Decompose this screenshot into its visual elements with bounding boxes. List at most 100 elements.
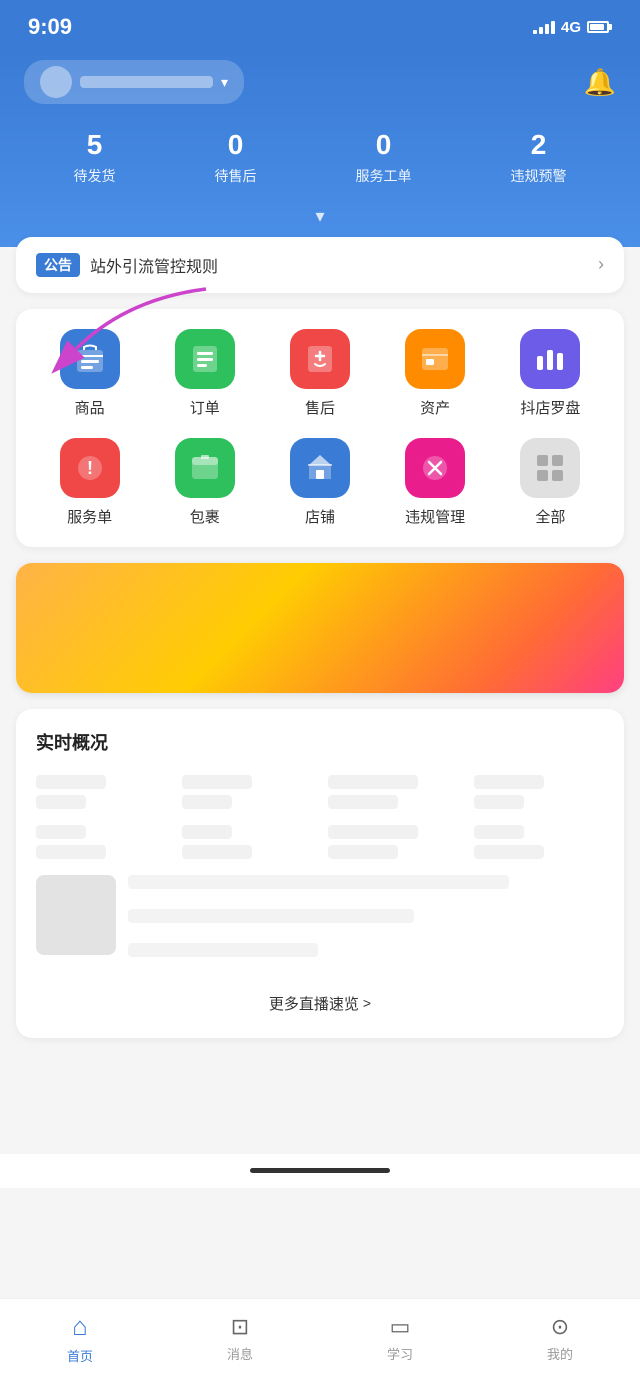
header-top: ▾ 🔔 bbox=[24, 60, 616, 104]
menu-label-aftersale: 售后 bbox=[305, 397, 335, 418]
stat-label-3: 违规预警 bbox=[511, 166, 567, 186]
stats-row: 5 待发货 0 待售后 0 服务工单 2 违规预警 bbox=[24, 128, 616, 186]
menu-label-assets: 资产 bbox=[420, 397, 450, 418]
menu-label-products: 商品 bbox=[75, 397, 105, 418]
home-indicator bbox=[0, 1154, 640, 1188]
orders-icon bbox=[175, 329, 235, 389]
nav-home[interactable]: ⌂ 首页 bbox=[67, 1311, 93, 1365]
nav-learn[interactable]: ▭ 学习 bbox=[387, 1314, 413, 1363]
nav-message[interactable]: ⊡ 消息 bbox=[227, 1314, 253, 1363]
assets-icon bbox=[405, 329, 465, 389]
battery-icon bbox=[587, 21, 612, 33]
svg-text:!: ! bbox=[87, 458, 93, 478]
store-avatar bbox=[40, 66, 72, 98]
announcement-arrow-icon: › bbox=[598, 254, 604, 275]
store-selector[interactable]: ▾ bbox=[24, 60, 244, 104]
main-content: 公告 站外引流管控规则 › bbox=[0, 237, 640, 1154]
status-bar: 9:09 4G bbox=[0, 0, 640, 50]
nav-learn-label: 学习 bbox=[387, 1344, 413, 1363]
stat-after-sale[interactable]: 0 待售后 bbox=[215, 128, 257, 186]
menu-row-1: 商品 订单 bbox=[32, 329, 608, 418]
compass-icon bbox=[520, 329, 580, 389]
all-icon bbox=[520, 438, 580, 498]
blur-data-4 bbox=[474, 775, 604, 809]
menu-label-violation: 违规管理 bbox=[405, 506, 465, 527]
menu-item-assets[interactable]: 资产 bbox=[385, 329, 485, 418]
blur-data-1 bbox=[36, 775, 166, 809]
menu-grid-wrapper: 商品 订单 bbox=[16, 309, 624, 547]
nav-mine[interactable]: ⊙ 我的 bbox=[547, 1314, 573, 1363]
signal-icon bbox=[533, 20, 555, 34]
menu-row-2: ! 服务单 包裹 bbox=[32, 438, 608, 527]
home-icon: ⌂ bbox=[72, 1311, 88, 1342]
book-icon: ▭ bbox=[390, 1314, 411, 1340]
blur-data-2 bbox=[182, 775, 312, 809]
stat-label-0: 待发货 bbox=[74, 166, 116, 186]
blur-data-6 bbox=[182, 825, 312, 859]
user-icon: ⊙ bbox=[551, 1314, 569, 1340]
nav-home-label: 首页 bbox=[67, 1346, 93, 1365]
chevron-down-icon: ▾ bbox=[221, 74, 228, 91]
menu-label-store: 店铺 bbox=[305, 506, 335, 527]
realtime-title: 实时概况 bbox=[36, 729, 604, 755]
store-icon bbox=[290, 438, 350, 498]
realtime-section: 实时概况 bbox=[16, 709, 624, 1038]
menu-label-compass: 抖店罗盘 bbox=[520, 397, 580, 418]
menu-item-violation[interactable]: 违规管理 bbox=[385, 438, 485, 527]
menu-label-service: 服务单 bbox=[67, 506, 112, 527]
status-time: 9:09 bbox=[28, 14, 72, 40]
expand-button[interactable]: ▾ bbox=[24, 206, 616, 227]
announcement-text: 站外引流管控规则 bbox=[90, 253, 218, 277]
menu-label-all: 全部 bbox=[535, 506, 565, 527]
stat-pending-ship[interactable]: 5 待发货 bbox=[74, 128, 116, 186]
stat-number-1: 0 bbox=[228, 128, 244, 162]
menu-item-compass[interactable]: 抖店罗盘 bbox=[500, 329, 600, 418]
menu-item-orders[interactable]: 订单 bbox=[155, 329, 255, 418]
realtime-data-grid-2 bbox=[36, 825, 604, 859]
store-name bbox=[80, 76, 213, 88]
promotional-banner[interactable] bbox=[16, 563, 624, 693]
stat-label-2: 服务工单 bbox=[356, 166, 412, 186]
announcement-bar[interactable]: 公告 站外引流管控规则 › bbox=[16, 237, 624, 293]
more-live-link[interactable]: 更多直播速览 > bbox=[36, 981, 604, 1018]
home-bar bbox=[250, 1168, 390, 1173]
menu-label-parcel: 包裹 bbox=[190, 506, 220, 527]
live-preview-row bbox=[36, 875, 604, 969]
menu-item-all[interactable]: 全部 bbox=[500, 438, 600, 527]
products-icon bbox=[60, 329, 120, 389]
more-live-text: 更多直播速览 bbox=[269, 993, 359, 1014]
menu-label-orders: 订单 bbox=[190, 397, 220, 418]
message-icon: ⊡ bbox=[231, 1314, 249, 1340]
menu-item-service[interactable]: ! 服务单 bbox=[40, 438, 140, 527]
menu-grid: 商品 订单 bbox=[16, 309, 624, 547]
menu-item-parcel[interactable]: 包裹 bbox=[155, 438, 255, 527]
violation-icon bbox=[405, 438, 465, 498]
more-arrow-icon: > bbox=[363, 995, 371, 1011]
stat-violation[interactable]: 2 违规预警 bbox=[511, 128, 567, 186]
announcement-tag: 公告 bbox=[36, 253, 80, 277]
stat-service-order[interactable]: 0 服务工单 bbox=[356, 128, 412, 186]
service-icon: ! bbox=[60, 438, 120, 498]
stat-number-2: 0 bbox=[376, 128, 392, 162]
status-icons: 4G bbox=[533, 19, 612, 36]
stat-number-0: 5 bbox=[87, 128, 103, 162]
stat-number-3: 2 bbox=[531, 128, 547, 162]
bottom-nav: ⌂ 首页 ⊡ 消息 ▭ 学习 ⊙ 我的 bbox=[0, 1298, 640, 1385]
blur-data-3 bbox=[328, 775, 458, 809]
menu-item-store[interactable]: 店铺 bbox=[270, 438, 370, 527]
network-label: 4G bbox=[561, 19, 581, 36]
nav-message-label: 消息 bbox=[227, 1344, 253, 1363]
expand-chevron-icon: ▾ bbox=[315, 206, 324, 227]
bell-icon[interactable]: 🔔 bbox=[584, 67, 616, 98]
header: ▾ 🔔 5 待发货 0 待售后 0 服务工单 2 违规预警 ▾ bbox=[0, 50, 640, 247]
menu-item-products[interactable]: 商品 bbox=[40, 329, 140, 418]
blur-data-7 bbox=[328, 825, 458, 859]
live-thumbnail bbox=[36, 875, 116, 955]
parcel-icon bbox=[175, 438, 235, 498]
nav-mine-label: 我的 bbox=[547, 1344, 573, 1363]
aftersale-icon bbox=[290, 329, 350, 389]
menu-item-aftersale[interactable]: 售后 bbox=[270, 329, 370, 418]
blur-data-8 bbox=[474, 825, 604, 859]
realtime-data-grid bbox=[36, 775, 604, 809]
announcement-content: 公告 站外引流管控规则 bbox=[36, 253, 218, 277]
